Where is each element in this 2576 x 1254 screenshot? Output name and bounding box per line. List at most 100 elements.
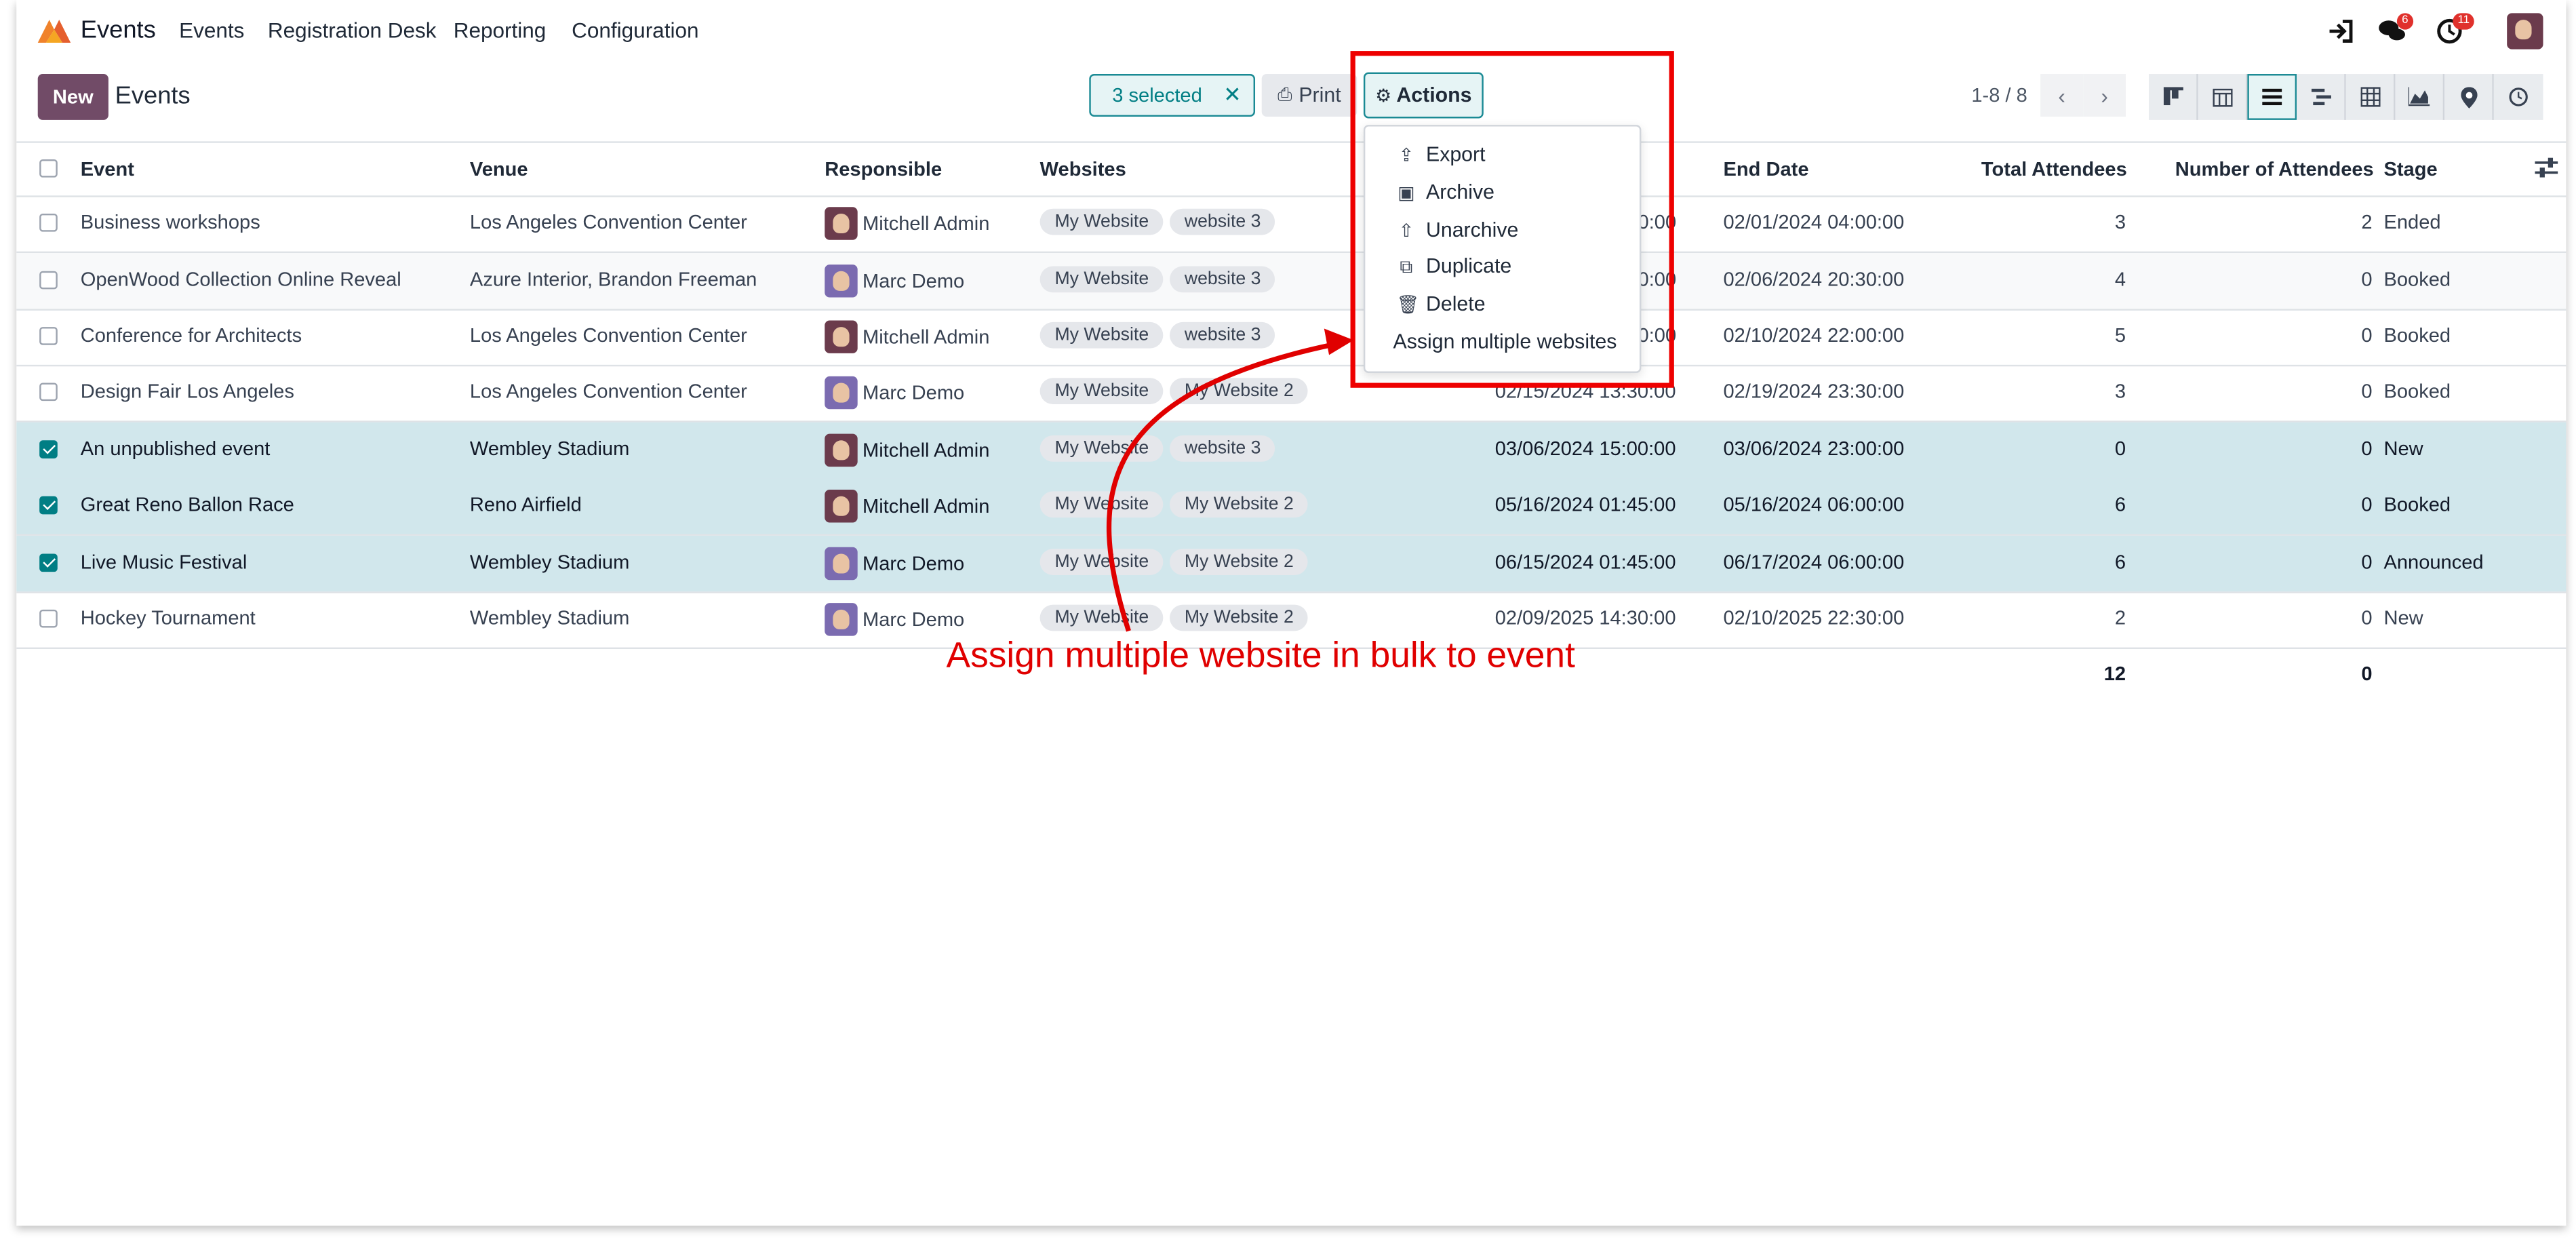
total-attendees: 3 (2114, 210, 2126, 234)
venue-name: Wembley Stadium (469, 550, 630, 574)
annotation-text: Assign multiple website in bulk to event (946, 634, 1575, 675)
app-brand[interactable]: Events (81, 16, 156, 44)
highlight-box (1350, 51, 1674, 388)
col-header-stage[interactable]: Stage (2383, 158, 2437, 181)
clear-selection-icon[interactable]: ✕ (1223, 82, 1241, 109)
row-checkbox[interactable] (39, 271, 58, 290)
col-header-venue[interactable]: Venue (470, 158, 528, 181)
list-view-icon[interactable] (2247, 74, 2297, 120)
start-date: 05/16/2024 01:45:00 (1494, 492, 1676, 516)
stage: Booked (2383, 379, 2451, 403)
event-name: Hockey Tournament (80, 606, 256, 629)
gantt-view-icon[interactable] (2297, 74, 2346, 120)
activity-view-icon[interactable] (2493, 74, 2543, 120)
col-header-responsible[interactable]: Responsible (825, 158, 942, 181)
responsible-name: Mitchell Admin (862, 212, 990, 235)
end-date: 02/06/2024 20:30:00 (1723, 267, 1905, 291)
venue-name: Azure Interior, Brandon Freeman (469, 267, 757, 291)
website-tag: My Website (1039, 208, 1164, 235)
end-date: 02/19/2024 23:30:00 (1723, 379, 1905, 403)
website-tag: My Website (1039, 549, 1164, 575)
website-tag: website 3 (1170, 208, 1276, 235)
number-attendees-sum: 0 (2361, 662, 2373, 686)
total-attendees: 0 (2114, 437, 2126, 461)
pager-previous-icon[interactable]: ‹ (2040, 74, 2084, 117)
stage: Booked (2383, 324, 2451, 347)
venue-name: Los Angeles Convention Center (469, 379, 747, 403)
row-checkbox-checked[interactable] (39, 496, 58, 515)
row-checkbox[interactable] (39, 213, 58, 232)
website-tag: My Website (1039, 435, 1164, 462)
col-header-number-attendees[interactable]: Number of Attendees (2175, 158, 2374, 181)
pager-next-icon[interactable]: › (2083, 74, 2126, 117)
responsible-avatar (825, 603, 858, 636)
total-attendees: 4 (2114, 267, 2126, 291)
end-date: 06/17/2024 06:00:00 (1723, 550, 1905, 574)
responsible-name: Mitchell Admin (862, 325, 990, 349)
website-tag: My Website (1039, 321, 1164, 349)
optional-columns-icon[interactable] (2535, 157, 2558, 178)
breadcrumb-title: Events (115, 82, 191, 111)
col-header-end-date[interactable]: End Date (1724, 158, 1809, 181)
row-checkbox-checked[interactable] (39, 553, 58, 572)
print-button[interactable]: ⎙ Print (1261, 74, 1358, 117)
venue-name: Los Angeles Convention Center (469, 210, 747, 234)
col-header-event[interactable]: Event (81, 158, 134, 181)
website-tag: My Website 2 (1170, 378, 1309, 405)
table-row[interactable]: OpenWood Collection Online Reveal Azure … (16, 253, 2567, 309)
responsible-avatar (825, 264, 858, 298)
table-row[interactable]: Great Reno Ballon Race Reno Airfield Mit… (16, 478, 2567, 534)
col-header-websites[interactable]: Websites (1040, 158, 1126, 181)
table-row[interactable]: An unpublished event Wembley Stadium Mit… (16, 422, 2567, 479)
menu-reporting[interactable]: Reporting (454, 18, 547, 43)
website-tag: My Website (1039, 491, 1164, 518)
responsible-name: Marc Demo (862, 608, 965, 631)
table-row[interactable]: Business workshops Los Angeles Conventio… (16, 195, 2566, 251)
col-header-total-attendees[interactable]: Total Attendees (1981, 158, 2127, 181)
venue-name: Reno Airfield (469, 492, 582, 516)
user-avatar[interactable] (2507, 13, 2543, 50)
event-name: Design Fair Los Angeles (80, 379, 294, 403)
pager-value[interactable]: 1-8 / 8 (1971, 84, 2027, 107)
stage: New (2383, 606, 2423, 629)
end-date: 02/10/2025 22:30:00 (1723, 606, 1905, 629)
total-attendees: 6 (2114, 550, 2126, 574)
total-attendees: 2 (2114, 606, 2126, 629)
new-button[interactable]: New (37, 74, 108, 120)
website-tag: My Website (1039, 604, 1164, 631)
responsible-avatar (825, 433, 858, 467)
event-name: OpenWood Collection Online Reveal (80, 267, 401, 291)
row-checkbox[interactable] (39, 383, 58, 401)
row-checkbox[interactable] (39, 327, 58, 345)
menu-registration-desk[interactable]: Registration Desk (268, 18, 437, 43)
website-tag: website 3 (1170, 435, 1276, 462)
total-attendees-sum: 12 (2103, 662, 2126, 686)
event-name: Conference for Architects (80, 324, 302, 347)
row-checkbox[interactable] (39, 609, 58, 628)
graph-view-icon[interactable] (2395, 74, 2445, 120)
pivot-view-icon[interactable] (2345, 74, 2396, 120)
table-row[interactable]: Design Fair Los Angeles Los Angeles Conv… (16, 365, 2566, 420)
table-row[interactable]: Live Music Festival Wembley Stadium Marc… (16, 535, 2567, 592)
row-checkbox-checked[interactable] (39, 440, 58, 458)
end-date: 03/06/2024 23:00:00 (1723, 437, 1905, 461)
menu-events[interactable]: Events (179, 18, 244, 43)
event-name: Great Reno Ballon Race (80, 492, 294, 516)
table-row[interactable]: Conference for Architects Los Angeles Co… (16, 309, 2566, 364)
map-view-icon[interactable] (2444, 74, 2494, 120)
end-date: 05/16/2024 06:00:00 (1723, 492, 1905, 516)
menu-configuration[interactable]: Configuration (572, 18, 698, 43)
responsible-avatar (825, 489, 858, 523)
odoo-events-logo-icon[interactable] (36, 18, 72, 45)
responsible-avatar (825, 547, 858, 581)
printer-icon: ⎙ (1277, 84, 1292, 104)
total-attendees: 5 (2114, 324, 2126, 347)
sign-in-icon[interactable] (2326, 18, 2356, 45)
end-date: 02/01/2024 04:00:00 (1723, 210, 1905, 234)
total-attendees: 6 (2114, 492, 2126, 516)
kanban-view-icon[interactable] (2149, 74, 2198, 120)
calendar-view-icon[interactable] (2198, 74, 2248, 120)
select-all-checkbox[interactable] (39, 159, 58, 178)
stage: Booked (2383, 267, 2451, 291)
number-attendees: 0 (2361, 267, 2373, 291)
